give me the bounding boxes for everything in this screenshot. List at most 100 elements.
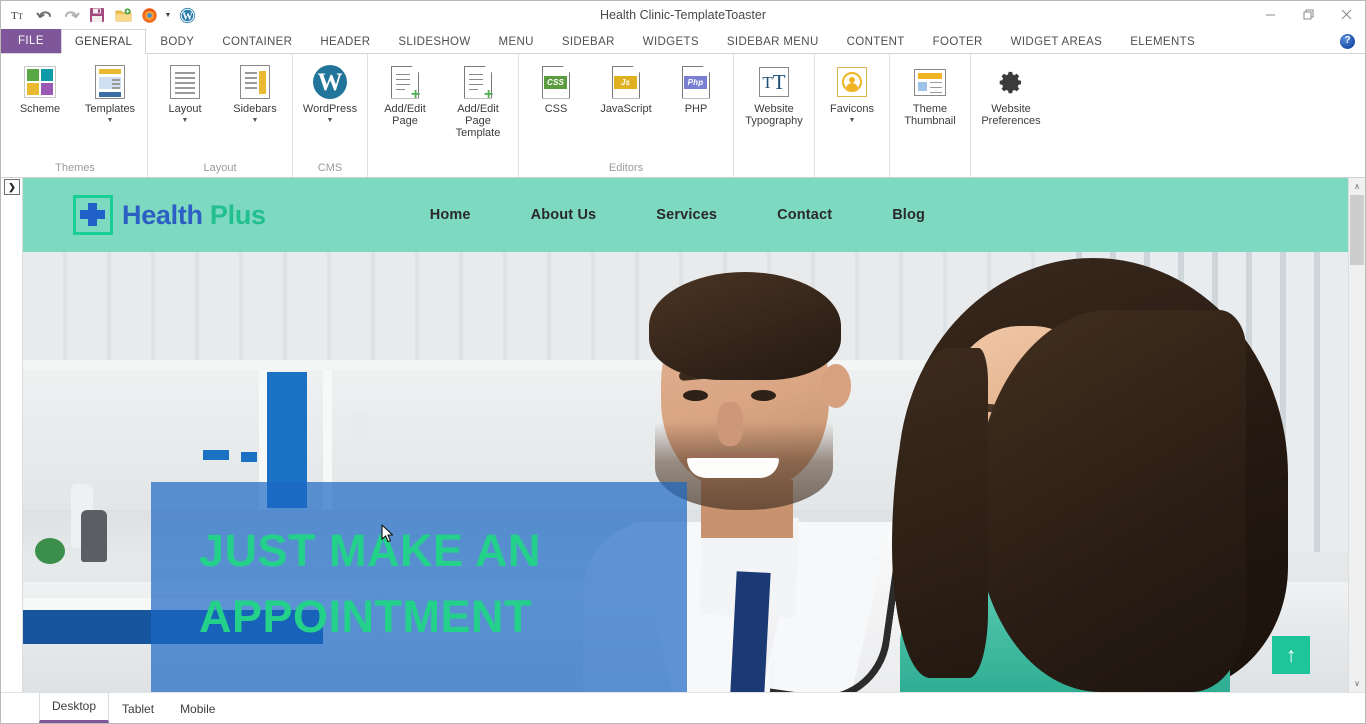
preview-browser-icon[interactable] xyxy=(137,4,161,26)
ribbon-panel: Scheme Templates ▼ Themes Layout ▼ Sideb… xyxy=(1,54,1365,178)
close-button[interactable] xyxy=(1327,1,1365,27)
device-tab-mobile[interactable]: Mobile xyxy=(167,695,228,723)
window-title: Health Clinic-TemplateToaster xyxy=(599,8,767,22)
ribbon-group-typography: TT Website Typography xyxy=(734,54,815,177)
tab-footer[interactable]: FOOTER xyxy=(919,29,997,53)
ribbon-button-scheme[interactable]: Scheme xyxy=(5,60,75,119)
ribbon-button-templates[interactable]: Templates ▼ xyxy=(75,60,145,129)
vertical-scroll-track[interactable] xyxy=(1349,195,1365,675)
add-edit-page-template-icon: + xyxy=(464,64,493,102)
nav-item-services[interactable]: Services xyxy=(626,207,747,223)
chevron-down-icon[interactable]: ▼ xyxy=(327,116,334,125)
wordpress-icon: W xyxy=(313,64,347,100)
undo-icon[interactable] xyxy=(33,4,57,26)
help-icon-container: ? xyxy=(1340,29,1365,53)
minimize-button[interactable] xyxy=(1251,1,1289,27)
svg-text:T: T xyxy=(18,12,23,21)
export-folder-icon[interactable] xyxy=(111,4,135,26)
save-icon[interactable] xyxy=(85,4,109,26)
ribbon-group-theme-thumbnail: Theme Thumbnail xyxy=(890,54,971,177)
vertical-scrollbar[interactable]: ∧ ∨ xyxy=(1348,178,1365,692)
chevron-down-icon[interactable]: ▼ xyxy=(182,116,189,125)
ribbon-group-label-pages xyxy=(368,159,518,177)
quick-access-more-icon[interactable]: ▼ xyxy=(163,4,173,26)
vertical-scroll-thumb[interactable] xyxy=(1350,195,1364,265)
ribbon-group-label-theme-thumbnail xyxy=(890,159,970,177)
ribbon-group-cms: W WordPress ▼ CMS xyxy=(293,54,368,177)
text-tool-icon[interactable]: TT xyxy=(7,4,31,26)
tab-content[interactable]: CONTENT xyxy=(833,29,919,53)
ribbon-group-label-cms: CMS xyxy=(317,162,343,174)
ribbon-label-add-edit-page: Add/Edit Page xyxy=(384,103,426,127)
ribbon-label-javascript: JavaScript xyxy=(600,103,652,115)
site-header: Health Plus Home About Us Services Conta… xyxy=(23,178,1348,252)
tab-header[interactable]: HEADER xyxy=(306,29,384,53)
chevron-down-icon[interactable]: ▼ xyxy=(849,116,856,125)
site-logo-primary: Health xyxy=(122,199,203,230)
device-tab-tablet[interactable]: Tablet xyxy=(109,695,167,723)
tab-widget-areas[interactable]: WIDGET AREAS xyxy=(997,29,1117,53)
ribbon-button-add-edit-page-template[interactable]: + Add/Edit Page Template xyxy=(440,60,516,143)
restore-button[interactable] xyxy=(1289,1,1327,27)
ribbon-button-favicons[interactable]: Favicons ▼ xyxy=(817,60,887,129)
tab-file[interactable]: FILE xyxy=(1,29,61,53)
scroll-up-arrow-icon[interactable]: ∧ xyxy=(1349,178,1365,195)
ribbon-button-sidebars[interactable]: Sidebars ▼ xyxy=(220,60,290,129)
ribbon-button-wordpress[interactable]: W WordPress ▼ xyxy=(295,60,365,129)
hero-slideshow: JUST MAKE AN APPOINTMENT ↑ xyxy=(23,252,1348,692)
ribbon-group-editors: CSS CSS Js JavaScript Php PHP Editors xyxy=(519,54,734,177)
hero-heading: JUST MAKE AN APPOINTMENT xyxy=(199,518,687,650)
ribbon-button-layout[interactable]: Layout ▼ xyxy=(150,60,220,129)
nav-item-blog[interactable]: Blog xyxy=(862,207,955,223)
hero-person-patient xyxy=(880,252,1300,692)
tab-slideshow[interactable]: SLIDESHOW xyxy=(384,29,484,53)
chevron-down-icon[interactable]: ▼ xyxy=(252,116,259,125)
tab-menu[interactable]: MENU xyxy=(485,29,548,53)
expand-panel-button[interactable]: ❯ xyxy=(4,179,20,195)
device-tab-desktop[interactable]: Desktop xyxy=(39,692,110,723)
redo-icon[interactable] xyxy=(59,4,83,26)
ribbon-tab-strip: FILE GENERAL BODY CONTAINER HEADER SLIDE… xyxy=(1,29,1365,54)
tab-body[interactable]: BODY xyxy=(146,29,208,53)
gear-icon xyxy=(996,64,1026,100)
site-logo[interactable]: Health Plus xyxy=(73,195,266,235)
ribbon-group-pages: + Add/Edit Page + Add/Edit Page Template xyxy=(368,54,519,177)
tab-widgets[interactable]: WIDGETS xyxy=(629,29,713,53)
tab-sidebar-menu[interactable]: SIDEBAR MENU xyxy=(713,29,833,53)
ribbon-group-themes: Scheme Templates ▼ Themes xyxy=(3,54,148,177)
ribbon-group-label-typography xyxy=(734,159,814,177)
tab-elements[interactable]: ELEMENTS xyxy=(1116,29,1209,53)
ribbon-button-theme-thumbnail[interactable]: Theme Thumbnail xyxy=(892,60,968,131)
tab-sidebar[interactable]: SIDEBAR xyxy=(548,29,629,53)
ribbon-label-website-typography: Website Typography xyxy=(745,103,803,127)
hero-caption-overlay: JUST MAKE AN APPOINTMENT xyxy=(151,482,687,692)
ribbon-button-add-edit-page[interactable]: + Add/Edit Page xyxy=(370,60,440,131)
ribbon-button-php[interactable]: Php PHP xyxy=(661,60,731,119)
scroll-down-arrow-icon[interactable]: ∨ xyxy=(1349,675,1365,692)
nav-item-home[interactable]: Home xyxy=(400,207,501,223)
tab-general[interactable]: GENERAL xyxy=(60,29,147,54)
tab-container[interactable]: CONTAINER xyxy=(208,29,306,53)
help-icon[interactable]: ? xyxy=(1340,33,1355,49)
ribbon-button-css[interactable]: CSS CSS xyxy=(521,60,591,119)
ribbon-group-label-favicons xyxy=(815,159,889,177)
chevron-down-icon[interactable]: ▼ xyxy=(107,116,114,125)
ribbon-group-layout: Layout ▼ Sidebars ▼ Layout xyxy=(148,54,293,177)
canvas-area: ❯ Health Plus Home About Us Services Con… xyxy=(1,178,1365,692)
ribbon-button-website-preferences[interactable]: Website Preferences xyxy=(973,60,1049,131)
ribbon-label-templates: Templates xyxy=(84,103,136,115)
templates-icon xyxy=(95,64,125,100)
ribbon-group-label-themes: Themes xyxy=(55,162,95,174)
nav-item-about-us[interactable]: About Us xyxy=(501,207,627,223)
wordpress-icon[interactable]: W xyxy=(175,4,199,26)
sidebars-icon xyxy=(240,64,270,100)
website-preview: Health Plus Home About Us Services Conta… xyxy=(23,178,1348,692)
nav-item-contact[interactable]: Contact xyxy=(747,207,862,223)
site-nav: Home About Us Services Contact Blog xyxy=(400,207,955,223)
ribbon-button-javascript[interactable]: Js JavaScript xyxy=(591,60,661,119)
ribbon-button-website-typography[interactable]: TT Website Typography xyxy=(736,60,812,131)
site-logo-secondary: Plus xyxy=(209,199,266,230)
css-file-icon: CSS xyxy=(542,64,570,100)
ribbon-group-label-layout: Layout xyxy=(203,162,237,174)
scroll-to-top-button[interactable]: ↑ xyxy=(1272,636,1310,674)
